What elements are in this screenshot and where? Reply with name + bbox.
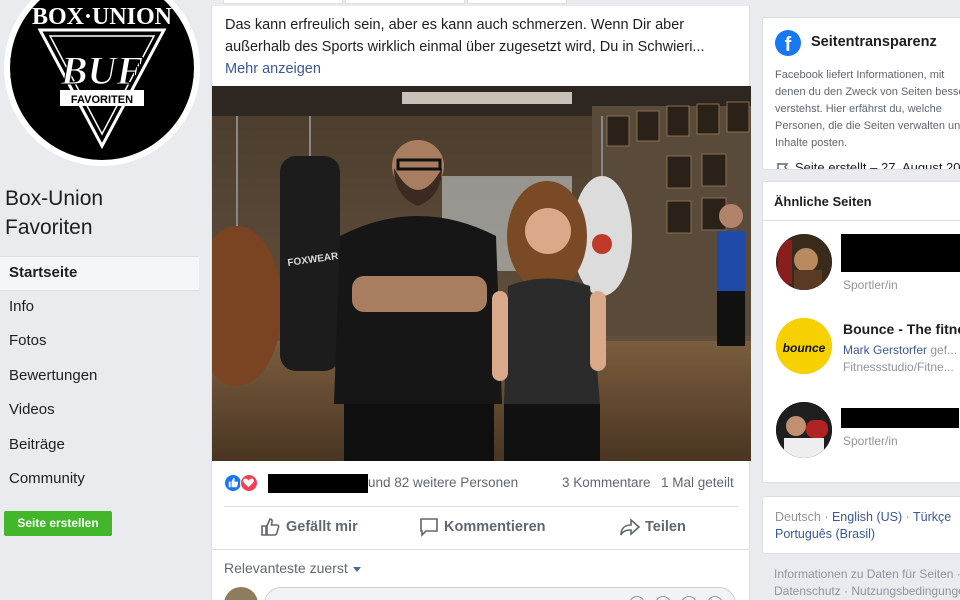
similar-page-category: Sportler/in (843, 278, 898, 292)
similar-page-name[interactable]: Bounce - The fitness (843, 321, 960, 337)
create-page-button[interactable]: Seite erstellen (4, 511, 112, 536)
facebook-icon: f (775, 30, 801, 56)
box-union-logo: BOX·UNION BUF FAVORITEN (10, 0, 194, 160)
post-body: Das kann erfreulich sein, aber es kann a… (225, 17, 705, 55)
page-transparency-card: f Seitentransparenz Facebook liefert Inf… (762, 17, 960, 170)
post-column: Das kann erfreulich sein, aber es kann a… (211, 0, 751, 600)
similar-page-item[interactable]: bounce Bounce - The fitness Mark Gerstor… (763, 318, 960, 388)
share-label: Teilen (645, 519, 686, 535)
similar-page-avatar: bounce (776, 318, 832, 374)
redacted-name (268, 474, 368, 493)
comment-input[interactable] (264, 587, 736, 600)
comment-label: Kommentieren (444, 519, 546, 535)
comments-count[interactable]: 3 Kommentare (562, 475, 651, 490)
similar-page-avatar (776, 234, 832, 290)
svg-text:BOX·UNION: BOX·UNION (32, 4, 173, 30)
share-icon (620, 518, 641, 536)
svg-text:BUF: BUF (60, 48, 144, 93)
page-created-date: Seite erstellt – 27. August 2015 (795, 160, 960, 170)
page-created-info: Seite erstellt – 27. August 2015 (775, 160, 960, 170)
page-navigation: Startseite Info Fotos Bewertungen Videos… (0, 256, 199, 498)
right-sidebar: f Seitentransparenz Facebook liefert Inf… (762, 0, 960, 600)
nav-item-startseite[interactable]: Startseite (0, 256, 199, 291)
similar-pages-card: Ähnliche Seiten Sportler/in bounce Bounc… (762, 181, 960, 483)
comment-section: Relevanteste zuerst (211, 550, 750, 600)
post-action-bar: Gefällt mir Kommentieren Teilen (224, 506, 738, 546)
similar-page-liked-by: Mark Gerstorfer gef... (843, 343, 958, 357)
gif-icon[interactable] (681, 596, 697, 600)
similar-page-avatar (776, 402, 832, 458)
svg-text:FAVORITEN: FAVORITEN (71, 94, 133, 106)
language-option-portuguese[interactable]: Português (Brasil) (775, 527, 875, 541)
language-card: Deutsch · English (US) · Türkçe Portuguê… (762, 496, 960, 554)
current-language: Deutsch (775, 510, 821, 524)
redacted-page-name (841, 234, 960, 272)
comment-icon (420, 518, 438, 537)
nav-item-beitraege[interactable]: Beiträge (0, 429, 199, 464)
boxing-gym-photo: FOXWEAR (212, 86, 751, 461)
composer-bottom-edge (211, 0, 750, 4)
post-text: Das kann erfreulich sein, aber es kann a… (225, 14, 737, 80)
nav-item-fotos[interactable]: Fotos (0, 325, 199, 360)
transparency-title: Seitentransparenz (811, 34, 937, 50)
reactions-summary: und 82 weitere Personen 3 Kommentare 1 M… (224, 472, 738, 494)
nav-item-community[interactable]: Community (0, 463, 199, 498)
nav-item-info[interactable]: Info (0, 291, 199, 326)
sticker-icon[interactable] (707, 596, 723, 600)
likes-count[interactable]: und 82 weitere Personen (368, 475, 518, 490)
commenter-avatar (224, 587, 258, 600)
like-label: Gefällt mir (286, 519, 358, 535)
thumbs-up-icon (261, 518, 280, 536)
post-card: Das kann erfreulich sein, aber es kann a… (211, 6, 751, 550)
similar-page-item[interactable]: Sportler/in (763, 234, 960, 304)
language-list: Deutsch · English (US) · Türkçe Portuguê… (775, 510, 952, 541)
post-photo[interactable]: FOXWEAR (212, 86, 751, 461)
page-profile-picture[interactable]: BOX·UNION BUF FAVORITEN (4, 0, 200, 166)
nav-item-videos[interactable]: Videos (0, 394, 199, 429)
language-option-english[interactable]: English (US) (832, 510, 902, 524)
similar-page-category: Fitnessstudio/Fitne... (843, 360, 954, 374)
redacted-page-name (841, 408, 959, 428)
love-icon[interactable] (240, 474, 258, 492)
comment-sort-label: Relevanteste zuerst (224, 560, 348, 576)
similar-page-category: Sportler/in (843, 434, 898, 448)
nav-item-bewertungen[interactable]: Bewertungen (0, 360, 199, 395)
page-title[interactable]: Box-Union Favoriten (5, 184, 195, 242)
left-sidebar: BOX·UNION BUF FAVORITEN Box-Union Favori… (0, 0, 210, 600)
comment-tools (621, 596, 723, 600)
liked-by-link[interactable]: Mark Gerstorfer (843, 343, 927, 357)
similar-page-item[interactable]: Sportler/in (763, 402, 960, 472)
shares-count[interactable]: 1 Mal geteilt (661, 475, 734, 490)
flag-icon (777, 162, 789, 169)
language-option-turkish[interactable]: Türkçe (913, 510, 951, 524)
emoji-icon[interactable] (629, 596, 645, 600)
transparency-body: Facebook liefert Informationen, mit dene… (775, 69, 960, 149)
comment-sort-dropdown[interactable]: Relevanteste zuerst (224, 560, 361, 576)
see-more-link[interactable]: Mehr anzeigen (225, 61, 321, 77)
footer-links[interactable]: Informationen zu Daten für Seiten · Date… (774, 566, 960, 600)
camera-icon[interactable] (655, 596, 671, 600)
caret-down-icon (352, 566, 361, 572)
logo-graphic: BOX·UNION BUF FAVORITEN (32, 4, 173, 150)
svg-text:bounce: bounce (783, 341, 826, 355)
similar-pages-title: Ähnliche Seiten (774, 194, 872, 209)
